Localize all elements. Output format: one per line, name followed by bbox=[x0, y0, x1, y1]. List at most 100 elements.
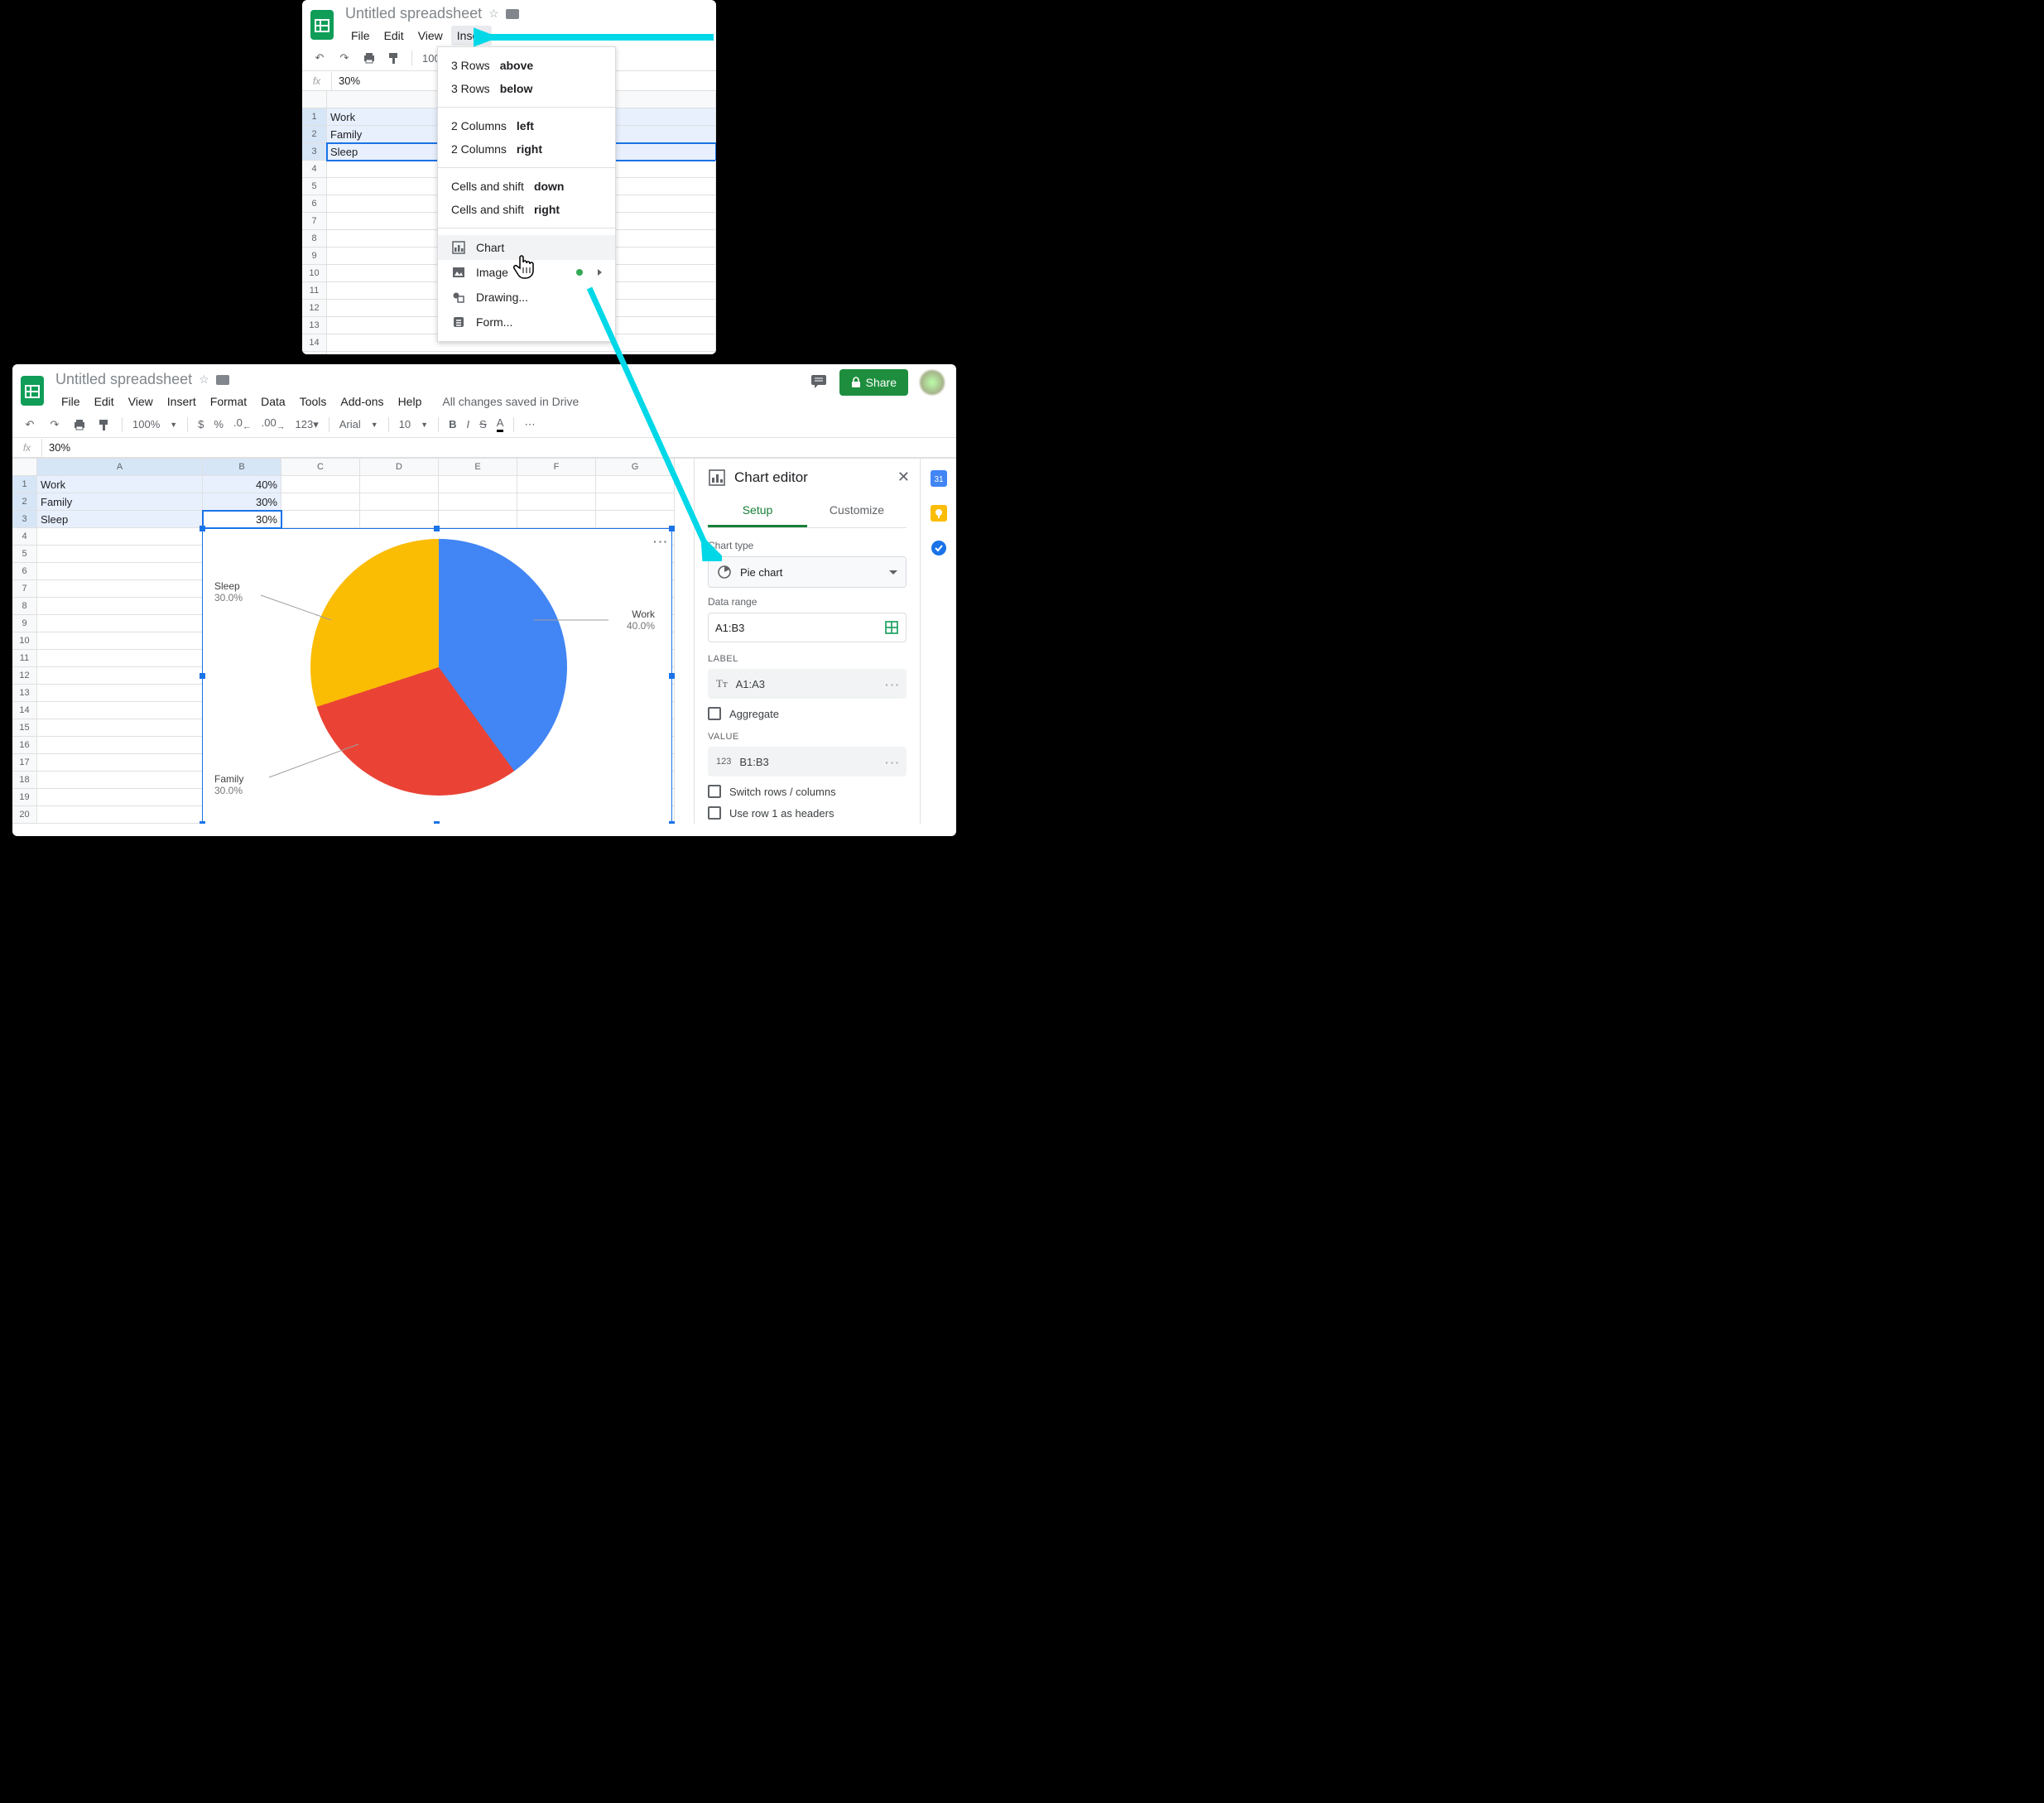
select-all-corner[interactable] bbox=[12, 459, 37, 476]
row-header-1[interactable]: 1 bbox=[12, 476, 37, 493]
close-icon[interactable]: ✕ bbox=[897, 469, 910, 486]
formula-bar[interactable]: 30% bbox=[42, 438, 77, 457]
menu-view[interactable]: View bbox=[123, 392, 159, 411]
account-avatar[interactable] bbox=[920, 370, 945, 395]
row-header-3[interactable]: 3 bbox=[12, 511, 37, 528]
row-header[interactable]: 5 bbox=[302, 178, 327, 195]
value-range-chip[interactable]: 123 B1:B3⋮ bbox=[708, 747, 907, 776]
folder-icon[interactable] bbox=[506, 9, 519, 19]
share-button[interactable]: Share bbox=[839, 369, 908, 396]
row-header-3[interactable]: 3 bbox=[302, 143, 327, 161]
row-header[interactable]: 9 bbox=[12, 615, 37, 632]
more-formats[interactable]: 123▾ bbox=[296, 418, 319, 431]
comments-icon[interactable] bbox=[810, 373, 828, 393]
row-header[interactable]: 8 bbox=[12, 598, 37, 615]
row-header[interactable]: 15 bbox=[302, 352, 327, 354]
row-header-2[interactable]: 2 bbox=[302, 126, 327, 143]
percent-icon[interactable]: % bbox=[214, 418, 224, 430]
formula-bar[interactable]: 30% bbox=[332, 71, 367, 90]
keep-icon[interactable] bbox=[931, 505, 947, 522]
dec-decrease-icon[interactable]: .0← bbox=[233, 416, 252, 432]
font-select[interactable]: Arial bbox=[339, 418, 361, 430]
row-header[interactable]: 12 bbox=[12, 667, 37, 685]
row-header[interactable]: 20 bbox=[12, 806, 37, 824]
row-header[interactable]: 15 bbox=[12, 719, 37, 737]
row-header[interactable]: 5 bbox=[12, 546, 37, 563]
undo-icon[interactable]: ↶ bbox=[22, 417, 37, 432]
row-header[interactable]: 4 bbox=[12, 528, 37, 546]
cell-b1[interactable]: 40% bbox=[203, 476, 281, 493]
doc-title[interactable]: Untitled spreadsheet bbox=[55, 371, 192, 388]
cell-a2[interactable]: Family bbox=[37, 493, 203, 511]
row-header[interactable]: 12 bbox=[302, 300, 327, 317]
row-header[interactable]: 7 bbox=[12, 580, 37, 598]
col-header-d[interactable]: D bbox=[360, 459, 439, 476]
chart-type-select[interactable]: Pie chart bbox=[708, 556, 907, 588]
row-header[interactable]: 19 bbox=[12, 789, 37, 806]
row-header[interactable]: 13 bbox=[12, 685, 37, 702]
row-header[interactable]: 13 bbox=[302, 317, 327, 334]
menu-cells-right[interactable]: Cells and shift right bbox=[438, 198, 615, 221]
paint-format-icon[interactable] bbox=[387, 50, 402, 65]
zoom-select[interactable]: 100% bbox=[132, 418, 160, 430]
switch-rows-checkbox[interactable]: Switch rows / columns bbox=[708, 785, 907, 798]
menu-rows-above[interactable]: 3 Rows above bbox=[438, 54, 615, 77]
row-header[interactable]: 14 bbox=[12, 702, 37, 719]
paint-format-icon[interactable] bbox=[97, 417, 112, 432]
row-header[interactable]: 9 bbox=[302, 248, 327, 265]
menu-format[interactable]: Format bbox=[204, 392, 252, 411]
row-header-1[interactable]: 1 bbox=[302, 108, 327, 126]
folder-icon[interactable] bbox=[216, 375, 229, 385]
select-range-icon[interactable] bbox=[884, 620, 899, 635]
row-header[interactable]: 8 bbox=[302, 230, 327, 248]
select-all-corner[interactable] bbox=[302, 91, 327, 108]
cell-b2[interactable]: 30% bbox=[203, 493, 281, 511]
data-range-input[interactable]: A1:B3 bbox=[708, 613, 907, 642]
menu-cols-left[interactable]: 2 Columns left bbox=[438, 114, 615, 137]
print-icon[interactable] bbox=[72, 417, 87, 432]
label-range-chip[interactable]: Tᴛ A1:A3⋮ bbox=[708, 669, 907, 699]
row-header[interactable]: 10 bbox=[12, 632, 37, 650]
menu-edit[interactable]: Edit bbox=[89, 392, 120, 411]
row-header[interactable]: 6 bbox=[302, 195, 327, 213]
menu-cells-down[interactable]: Cells and shift down bbox=[438, 175, 615, 198]
more-icon[interactable]: ⋮ bbox=[883, 755, 901, 768]
use-row1-checkbox[interactable]: Use row 1 as headers bbox=[708, 806, 907, 820]
col-header-a[interactable]: A bbox=[37, 459, 203, 476]
menu-file[interactable]: File bbox=[55, 392, 86, 411]
row-header[interactable]: 4 bbox=[302, 161, 327, 178]
italic-icon[interactable]: I bbox=[466, 418, 469, 430]
menu-file[interactable]: File bbox=[345, 26, 376, 46]
cell-a1[interactable]: Work bbox=[37, 476, 203, 493]
row-header[interactable]: 6 bbox=[12, 563, 37, 580]
star-icon[interactable]: ☆ bbox=[199, 373, 209, 387]
redo-icon[interactable]: ↷ bbox=[47, 417, 62, 432]
col-header-b[interactable]: B bbox=[203, 459, 281, 476]
menu-help[interactable]: Help bbox=[392, 392, 428, 411]
menu-rows-below[interactable]: 3 Rows below bbox=[438, 77, 615, 100]
menu-addons[interactable]: Add-ons bbox=[334, 392, 389, 411]
tab-setup[interactable]: Setup bbox=[708, 495, 807, 527]
redo-icon[interactable]: ↷ bbox=[337, 50, 352, 65]
aggregate-checkbox[interactable]: Aggregate bbox=[708, 707, 907, 720]
font-size-select[interactable]: 10 bbox=[399, 418, 411, 430]
undo-icon[interactable]: ↶ bbox=[312, 50, 327, 65]
dec-increase-icon[interactable]: .00→ bbox=[262, 416, 286, 432]
menu-data[interactable]: Data bbox=[255, 392, 291, 411]
menu-tools[interactable]: Tools bbox=[294, 392, 333, 411]
row-header[interactable]: 17 bbox=[12, 754, 37, 772]
col-header-e[interactable]: E bbox=[439, 459, 517, 476]
embedded-chart[interactable]: ⋮ Work40.0% Family30.0% Sleep30.0% bbox=[202, 528, 672, 824]
cell-a3[interactable]: Sleep bbox=[37, 511, 203, 528]
row-header[interactable]: 16 bbox=[12, 737, 37, 754]
tasks-icon[interactable] bbox=[931, 540, 947, 556]
more-icon[interactable]: ⋮ bbox=[883, 677, 901, 690]
menu-edit[interactable]: Edit bbox=[378, 26, 410, 46]
row-header[interactable]: 11 bbox=[302, 282, 327, 300]
row-header[interactable]: 10 bbox=[302, 265, 327, 282]
row-header-2[interactable]: 2 bbox=[12, 493, 37, 511]
print-icon[interactable] bbox=[362, 50, 377, 65]
menu-view[interactable]: View bbox=[412, 26, 449, 46]
strike-icon[interactable]: S bbox=[479, 418, 487, 430]
toolbar-more-icon[interactable]: ⋯ bbox=[524, 418, 535, 431]
